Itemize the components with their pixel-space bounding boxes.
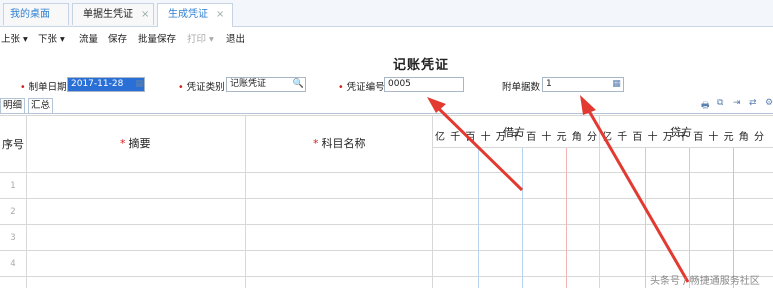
arrow-to-attach [583, 103, 690, 283]
arrow-to-number [431, 101, 524, 192]
annotation-arrows [427, 95, 690, 283]
watermark: 头条号 / 畅捷通服务社区 [650, 276, 760, 287]
arrowhead [580, 95, 596, 115]
arrowhead [427, 97, 446, 113]
